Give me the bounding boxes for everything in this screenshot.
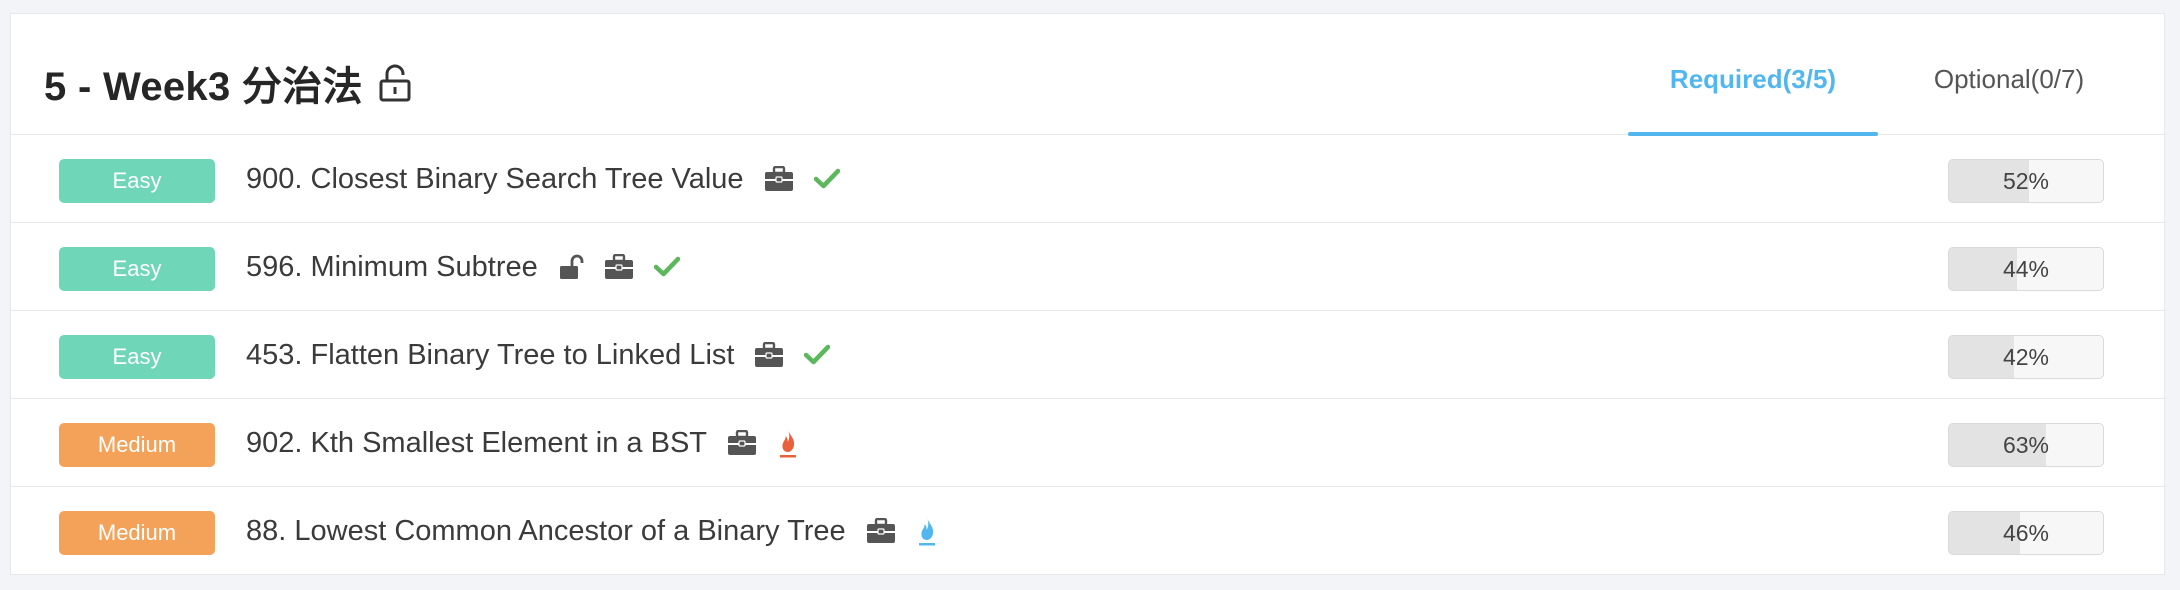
- problem-row[interactable]: Easy 453. Flatten Binary Tree to Linked …: [11, 311, 2164, 399]
- difficulty-badge: Easy: [59, 159, 215, 203]
- problem-info: 596. Minimum Subtree: [246, 223, 680, 311]
- problem-row[interactable]: Medium 902. Kth Smallest Element in a BS…: [11, 399, 2164, 487]
- section-title: 5 - Week3 分治法: [44, 65, 363, 109]
- difficulty-badge: Medium: [59, 423, 215, 467]
- unlock-icon: [558, 254, 584, 280]
- tab-optional[interactable]: Optional(0/7): [1894, 14, 2124, 135]
- pass-rate-label: 63%: [2002, 431, 2050, 458]
- pass-rate-bar: 44%: [1948, 247, 2104, 291]
- briefcase-icon: [604, 254, 634, 280]
- flame-blue-icon: [916, 515, 938, 547]
- pass-rate-bar: 63%: [1948, 423, 2104, 467]
- problem-title-link[interactable]: 88. Lowest Common Ancestor of a Binary T…: [246, 515, 846, 548]
- tab-optional-label: Optional(0/7): [1933, 64, 2085, 94]
- section-panel: 5 - Week3 分治法 Required(3/5) Optional(0/7…: [10, 13, 2165, 575]
- pass-rate-label: 42%: [2002, 343, 2050, 370]
- check-icon: [804, 344, 831, 366]
- pass-rate-label: 52%: [2002, 167, 2050, 194]
- check-icon: [813, 168, 840, 190]
- tab-bar: Required(3/5) Optional(0/7): [1628, 14, 2164, 136]
- problem-info: 902. Kth Smallest Element in a BST: [246, 399, 799, 487]
- problem-title-link[interactable]: 596. Minimum Subtree: [246, 251, 538, 284]
- problem-row[interactable]: Easy 900. Closest Binary Search Tree Val…: [11, 135, 2164, 223]
- unlock-icon: [379, 64, 411, 102]
- problem-info: 453. Flatten Binary Tree to Linked List: [246, 311, 831, 399]
- problem-row[interactable]: Medium 88. Lowest Common Ancestor of a B…: [11, 487, 2164, 575]
- check-icon: [653, 256, 680, 278]
- pass-rate-bar: 42%: [1948, 335, 2104, 379]
- flame-red-icon: [777, 427, 799, 459]
- difficulty-badge: Easy: [59, 335, 215, 379]
- tab-required-label: Required(3/5): [1669, 64, 1837, 94]
- briefcase-icon: [727, 430, 757, 456]
- problem-row[interactable]: Easy 596. Minimum Subtree 44%: [11, 223, 2164, 311]
- tab-required[interactable]: Required(3/5): [1628, 14, 1878, 136]
- briefcase-icon: [764, 166, 794, 192]
- difficulty-badge: Medium: [59, 511, 215, 555]
- difficulty-badge: Easy: [59, 247, 215, 291]
- briefcase-icon: [754, 342, 784, 368]
- pass-rate-bar: 46%: [1948, 511, 2104, 555]
- problem-title-link[interactable]: 902. Kth Smallest Element in a BST: [246, 427, 707, 460]
- pass-rate-bar: 52%: [1948, 159, 2104, 203]
- pass-rate-label: 46%: [2002, 519, 2050, 546]
- problem-title-link[interactable]: 900. Closest Binary Search Tree Value: [246, 163, 744, 196]
- problem-info: 88. Lowest Common Ancestor of a Binary T…: [246, 487, 938, 575]
- section-header: 5 - Week3 分治法 Required(3/5) Optional(0/7…: [11, 14, 2164, 136]
- pass-rate-label: 44%: [2002, 255, 2050, 282]
- briefcase-icon: [866, 518, 896, 544]
- problem-title-link[interactable]: 453. Flatten Binary Tree to Linked List: [246, 339, 734, 372]
- problem-info: 900. Closest Binary Search Tree Value: [246, 135, 840, 223]
- section-title-wrap: 5 - Week3 分治法: [44, 54, 411, 112]
- problem-list: Easy 900. Closest Binary Search Tree Val…: [11, 135, 2164, 575]
